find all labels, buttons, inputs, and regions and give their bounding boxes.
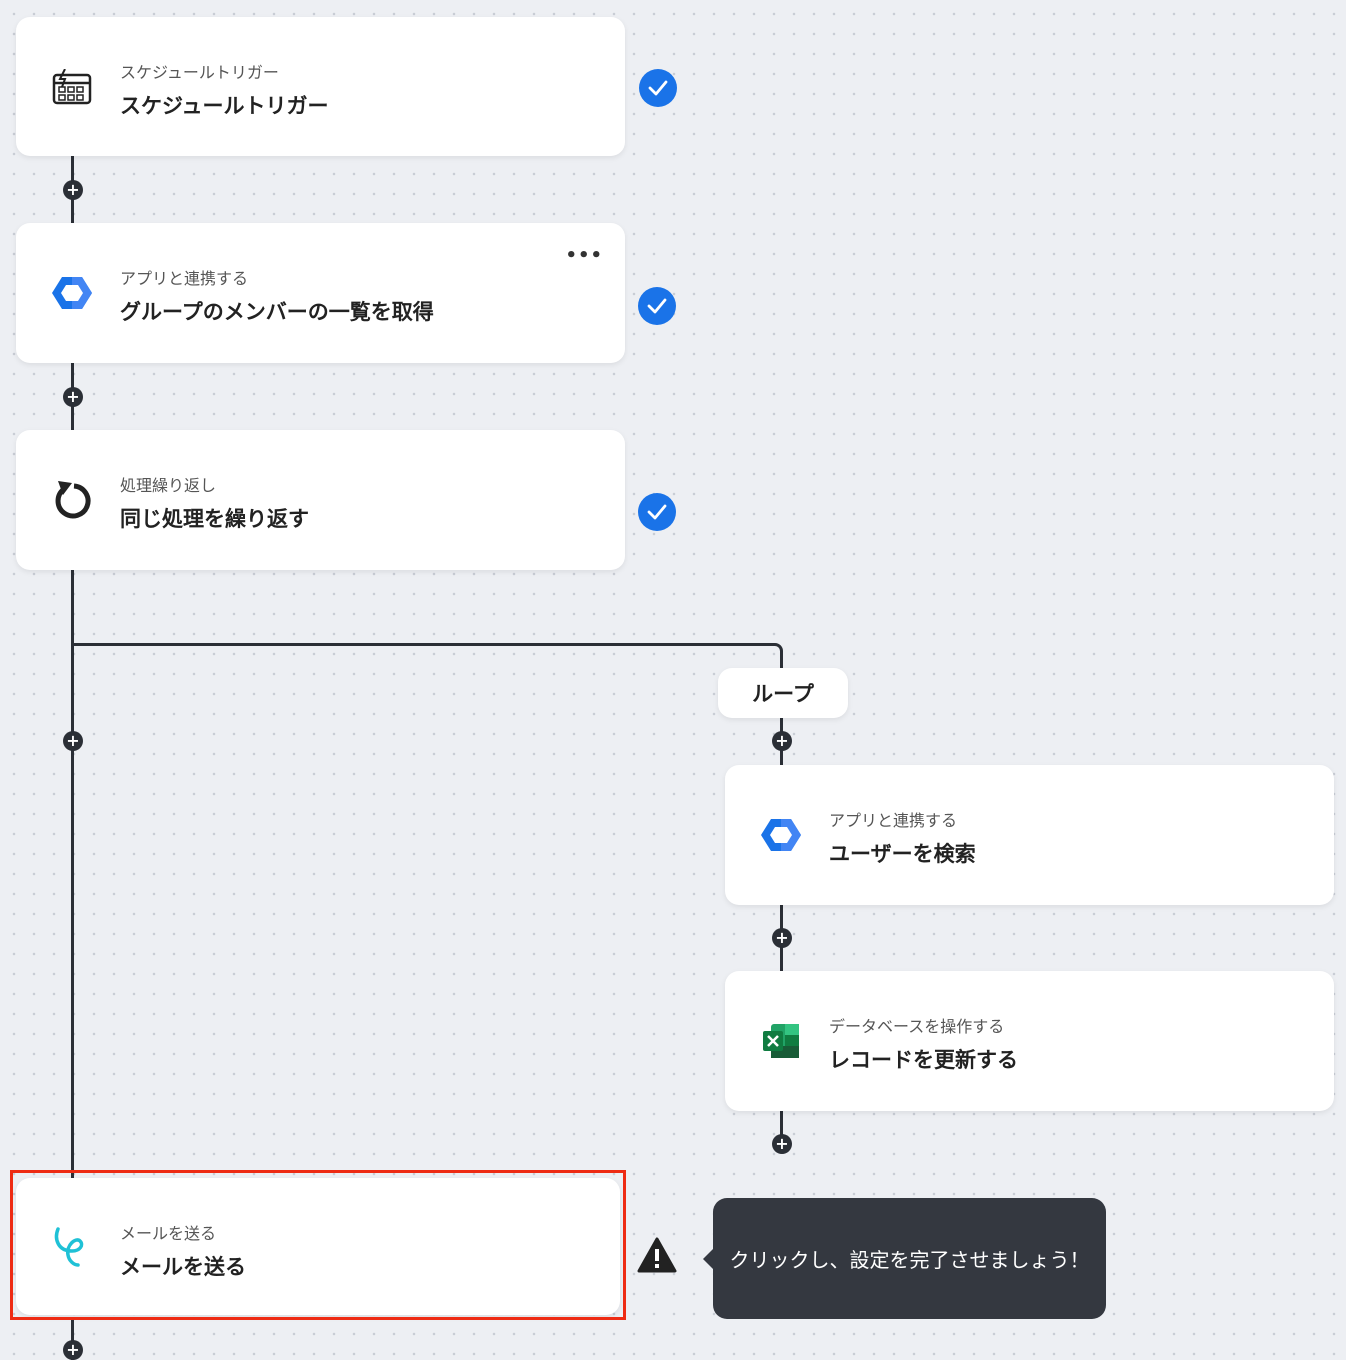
more-options-button[interactable]: ••• — [565, 245, 603, 266]
add-step-button[interactable]: + — [63, 387, 83, 407]
step-subtitle: アプリと連携する — [120, 269, 249, 288]
step-title: グループのメンバーの一覧を取得 — [120, 300, 434, 324]
step-subtitle: スケジュールトリガー — [120, 63, 279, 82]
loop-branch-line — [71, 643, 771, 646]
add-loop-step-button[interactable]: + — [772, 731, 792, 751]
setup-tooltip: クリックし、設定を完了させましょう！ — [713, 1198, 1106, 1319]
step-card-loop[interactable]: 処理繰り返し 同じ処理を繰り返す — [16, 430, 625, 570]
add-loop-step-button[interactable]: + — [772, 928, 792, 948]
excel-icon — [761, 1021, 801, 1061]
check-icon — [638, 493, 676, 531]
loop-arrow-icon — [52, 480, 92, 520]
step-subtitle: データベースを操作する — [829, 1017, 1005, 1036]
step-card-update-record[interactable]: データベースを操作する レコードを更新する — [725, 971, 1334, 1111]
step-card-search-user[interactable]: アプリと連携する ユーザーを検索 — [725, 765, 1334, 905]
step-title: レコードを更新する — [829, 1048, 1018, 1072]
step-title: 同じ処理を繰り返す — [120, 507, 309, 531]
calendar-lightning-icon — [52, 67, 92, 107]
tooltip-text: クリックし、設定を完了させましょう！ — [729, 1248, 1090, 1272]
check-icon — [639, 69, 677, 107]
loop-label: ループ — [718, 668, 848, 718]
google-workspace-icon — [52, 273, 92, 313]
step-subtitle: 処理繰り返し — [120, 476, 217, 495]
step-title: スケジュールトリガー — [120, 94, 329, 118]
add-step-button[interactable]: + — [63, 1340, 83, 1360]
highlight-frame — [10, 1170, 626, 1320]
step-subtitle: アプリと連携する — [829, 811, 958, 830]
add-step-button[interactable]: + — [63, 731, 83, 751]
add-loop-step-button[interactable]: + — [772, 1134, 792, 1154]
step-card-get-group-members[interactable]: ••• アプリと連携する グループのメンバーの一覧を取得 — [16, 223, 625, 363]
step-title: ユーザーを検索 — [829, 842, 976, 866]
add-step-button[interactable]: + — [63, 180, 83, 200]
step-card-schedule-trigger[interactable]: スケジュールトリガー スケジュールトリガー — [16, 17, 625, 156]
warning-icon — [637, 1237, 677, 1273]
check-icon — [638, 287, 676, 325]
google-workspace-icon — [761, 815, 801, 855]
